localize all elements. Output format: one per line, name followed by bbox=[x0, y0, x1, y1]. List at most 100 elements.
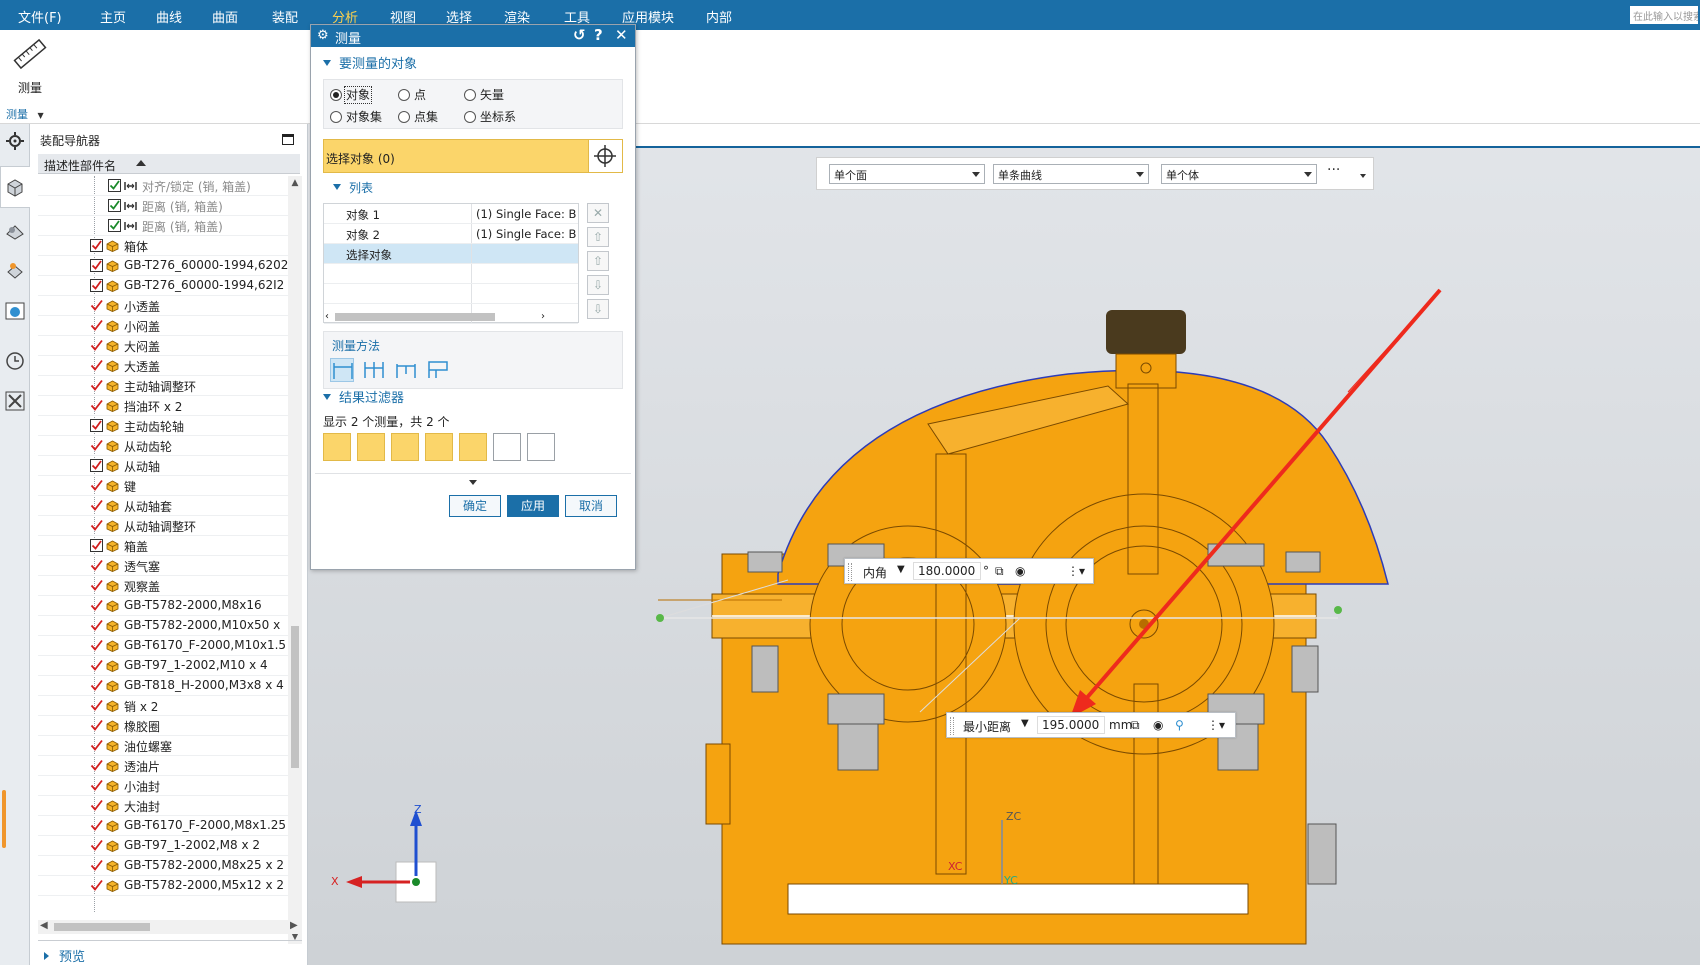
dialog-title-bar[interactable]: ⚙ 测量 ↺ ? ✕ bbox=[311, 25, 635, 47]
checkmark-icon[interactable] bbox=[90, 859, 103, 872]
tree-row[interactable]: 从动轴 bbox=[38, 456, 288, 476]
curve-rule-dropdown[interactable]: 单条曲线 bbox=[993, 164, 1149, 184]
chevron-down-icon[interactable] bbox=[1360, 174, 1366, 178]
tree-row[interactable]: 透油片 bbox=[38, 756, 288, 776]
method-distance-icon[interactable] bbox=[330, 358, 354, 382]
checkmark-icon[interactable] bbox=[90, 839, 103, 852]
checkmark-icon[interactable] bbox=[90, 599, 103, 612]
navigator-vertical-scrollbar[interactable]: ▲ ▼ bbox=[288, 176, 302, 944]
filter-curve-icon[interactable] bbox=[357, 433, 385, 461]
checkbox-checked-icon[interactable] bbox=[108, 179, 121, 192]
move-bottom-icon[interactable]: ⇩ bbox=[587, 299, 609, 319]
checkmark-icon[interactable] bbox=[90, 739, 103, 752]
remove-icon[interactable]: ✕ bbox=[587, 203, 609, 223]
tree-row[interactable]: GB-T818_H-2000,M3x8 x 4 bbox=[38, 676, 288, 696]
checkmark-icon[interactable] bbox=[90, 339, 103, 352]
checkmark-icon[interactable] bbox=[90, 759, 103, 772]
radio-csys[interactable]: 坐标系 bbox=[464, 108, 516, 125]
show-icon[interactable]: ◉ bbox=[1153, 718, 1163, 732]
menu-home[interactable]: 主页 bbox=[100, 7, 126, 26]
checkbox-checked-icon[interactable] bbox=[90, 539, 103, 552]
body-rule-dropdown[interactable]: 单个体 bbox=[1161, 164, 1317, 184]
tree-row[interactable]: 主动轴调整环 bbox=[38, 376, 288, 396]
expand-more-icon[interactable] bbox=[469, 480, 477, 485]
tree-row[interactable]: GB-T6170_F-2000,M8x1.25 bbox=[38, 816, 288, 836]
menu-curve[interactable]: 曲线 bbox=[156, 7, 182, 26]
tree-row[interactable]: 箱体 bbox=[38, 236, 288, 256]
list-row[interactable]: 对象 2 (1) Single Face: B bbox=[324, 224, 578, 244]
radio-object-set[interactable]: 对象集 bbox=[330, 108, 382, 125]
copy-icon[interactable]: ⧉ bbox=[995, 564, 1004, 579]
checkbox-checked-icon[interactable] bbox=[90, 239, 103, 252]
navigator-column-header[interactable]: 描述性部件名 bbox=[38, 154, 300, 174]
tree-row[interactable]: 距离 (销, 箱盖) bbox=[38, 196, 288, 216]
section-filter-header[interactable]: 结果过滤器 bbox=[323, 387, 404, 406]
chevron-down-icon[interactable]: ▼ bbox=[1021, 718, 1029, 729]
checkbox-checked-icon[interactable] bbox=[90, 279, 103, 292]
scrollbar-thumb[interactable] bbox=[291, 626, 299, 768]
move-down-icon[interactable]: ⇩ bbox=[587, 275, 609, 295]
drag-handle[interactable] bbox=[950, 717, 954, 735]
radio-object[interactable]: 对象 bbox=[330, 86, 373, 104]
tree-row[interactable]: 大透盖 bbox=[38, 356, 288, 376]
move-top-icon[interactable]: ⇧ bbox=[587, 227, 609, 247]
checkbox-checked-icon[interactable] bbox=[90, 459, 103, 472]
checkmark-icon[interactable] bbox=[90, 559, 103, 572]
checkmark-icon[interactable] bbox=[90, 639, 103, 652]
filter-table-icon[interactable] bbox=[527, 433, 555, 461]
copy-icon[interactable]: ⧉ bbox=[1131, 718, 1140, 733]
history-clock-icon[interactable] bbox=[4, 350, 26, 372]
options-icon[interactable]: ⋮▾ bbox=[1067, 564, 1085, 578]
tree-row[interactable]: 从动轴调整环 bbox=[38, 516, 288, 536]
tree-row[interactable]: 销 x 2 bbox=[38, 696, 288, 716]
constraint-navigator-icon[interactable] bbox=[4, 220, 26, 242]
tree-row[interactable]: GB-T5782-2000,M10x50 x bbox=[38, 616, 288, 636]
part-navigator-icon[interactable] bbox=[4, 260, 26, 282]
tree-row[interactable]: 透气塞 bbox=[38, 556, 288, 576]
checkmark-icon[interactable] bbox=[90, 799, 103, 812]
filter-angle-icon[interactable] bbox=[391, 433, 419, 461]
checkmark-icon[interactable] bbox=[90, 619, 103, 632]
tree-row[interactable]: 主动齿轮轴 bbox=[38, 416, 288, 436]
angle-measure-callout[interactable]: 内角 ▼ 180.0000 ° ⧉ ◉ ⋮▾ bbox=[844, 558, 1094, 584]
tree-row[interactable]: GB-T6170_F-2000,M10x1.5 bbox=[38, 636, 288, 656]
move-up-icon[interactable]: ⇧ bbox=[587, 251, 609, 271]
tree-row[interactable]: 观察盖 bbox=[38, 576, 288, 596]
scroll-left-icon[interactable]: ◀ bbox=[40, 920, 48, 931]
checkmark-icon[interactable] bbox=[90, 479, 103, 492]
checkbox-checked-icon[interactable] bbox=[90, 259, 103, 272]
checkmark-icon[interactable] bbox=[90, 779, 103, 792]
tree-row[interactable]: 对齐/锁定 (销, 箱盖) bbox=[38, 176, 288, 196]
scroll-right-icon[interactable]: › bbox=[541, 311, 545, 322]
radio-point[interactable]: 点 bbox=[398, 86, 426, 103]
tree-row[interactable]: GB-T5782-2000,M8x16 bbox=[38, 596, 288, 616]
tree-row[interactable]: 油位螺塞 bbox=[38, 736, 288, 756]
close-icon[interactable]: ✕ bbox=[615, 26, 628, 44]
checkmark-icon[interactable] bbox=[90, 439, 103, 452]
ribbon-group-measure[interactable]: 测量 ▼ bbox=[6, 106, 44, 122]
checkmark-icon[interactable] bbox=[90, 299, 103, 312]
checkmark-icon[interactable] bbox=[90, 699, 103, 712]
scrollbar-thumb[interactable] bbox=[54, 923, 150, 931]
list-row[interactable]: 对象 1 (1) Single Face: B bbox=[324, 204, 578, 224]
filter-distance-icon[interactable] bbox=[323, 433, 351, 461]
command-search-input[interactable]: 在此输入以搜索 bbox=[1630, 6, 1698, 24]
filter-body-icon[interactable] bbox=[459, 433, 487, 461]
checkbox-checked-icon[interactable] bbox=[108, 199, 121, 212]
ok-button[interactable]: 确定 bbox=[449, 495, 501, 517]
distance-value[interactable]: 195.0000 bbox=[1037, 716, 1105, 734]
distance-measure-callout[interactable]: 最小距离 ▼ 195.0000 mm ⧉ ◉ ⚲ ⋮▾ bbox=[946, 712, 1236, 738]
checkbox-checked-icon[interactable] bbox=[108, 219, 121, 232]
radio-vector[interactable]: 矢量 bbox=[464, 86, 504, 103]
menu-surface[interactable]: 曲面 bbox=[212, 7, 238, 26]
tree-row[interactable]: GB-T97_1-2002,M8 x 2 bbox=[38, 836, 288, 856]
filter-hatch-icon[interactable] bbox=[493, 433, 521, 461]
scroll-up-icon[interactable]: ▲ bbox=[290, 178, 300, 188]
reset-icon[interactable]: ↺ bbox=[573, 26, 586, 44]
radio-point-set[interactable]: 点集 bbox=[398, 108, 438, 125]
list-horizontal-scrollbar[interactable]: ‹ › bbox=[323, 311, 551, 323]
tree-row[interactable]: GB-T97_1-2002,M10 x 4 bbox=[38, 656, 288, 676]
tree-row[interactable]: 小闷盖 bbox=[38, 316, 288, 336]
menu-file[interactable]: 文件(F) bbox=[18, 7, 62, 26]
navigator-horizontal-scrollbar[interactable]: ◀ ▶ bbox=[38, 920, 302, 934]
